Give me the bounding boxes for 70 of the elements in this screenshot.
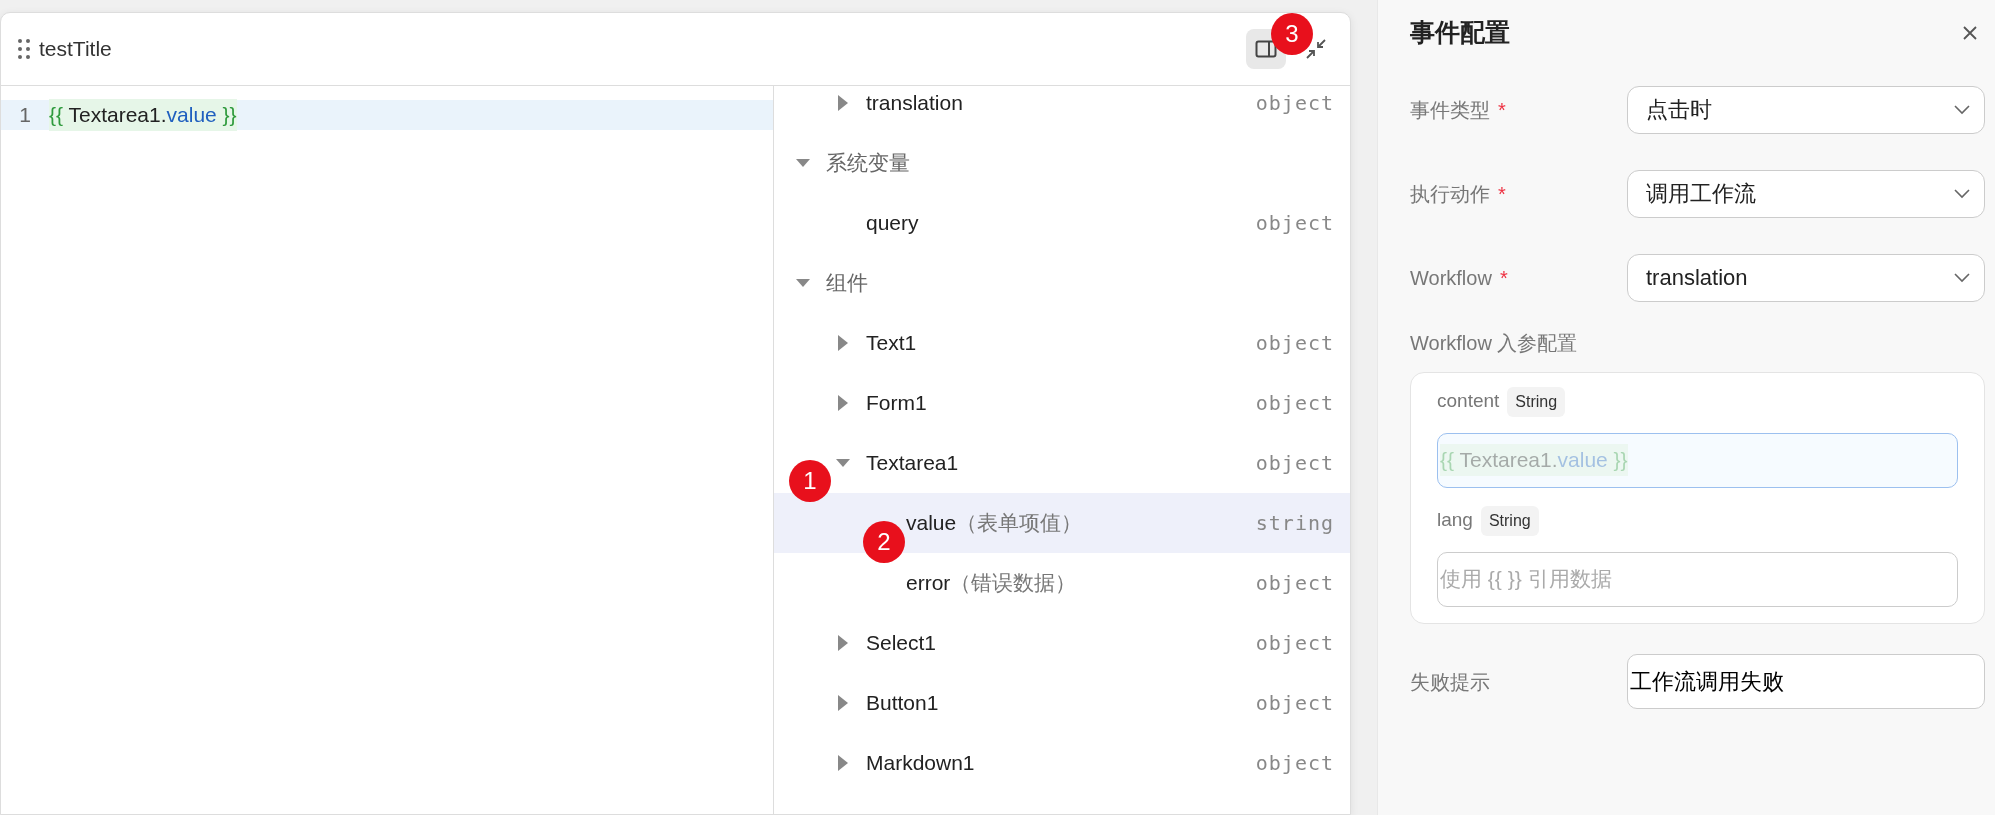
close-icon[interactable] — [1962, 24, 1978, 41]
param-name: lang — [1437, 508, 1473, 533]
code-text: {{ Textarea1.value }} — [49, 99, 237, 131]
node-label: Button1 — [866, 690, 939, 717]
required-mark: * — [1498, 182, 1506, 205]
tree-row[interactable]: Button1 object — [836, 673, 1350, 733]
tree-row[interactable]: query object — [866, 193, 1350, 253]
field-label: 失败提示 — [1410, 669, 1491, 695]
field-label: 执行动作 — [1410, 182, 1490, 205]
tree-row[interactable]: translation object — [836, 86, 1350, 133]
tree-row[interactable]: Form1 object — [836, 373, 1350, 433]
type-tag: String — [1507, 386, 1566, 417]
drag-handle-icon[interactable] — [17, 38, 31, 60]
sidebar-panel-icon — [1255, 40, 1277, 58]
node-label: error（错误数据） — [906, 570, 1077, 597]
tree-row[interactable]: Textarea1 object — [836, 433, 1350, 493]
node-label: value（表单项值） — [906, 510, 1083, 537]
text-field[interactable]: 工作流调用失败 — [1627, 654, 1985, 709]
collapsed-arrow-icon[interactable] — [836, 635, 850, 651]
annotation-marker: 1 — [789, 460, 831, 502]
field-label: 事件类型 — [1410, 98, 1490, 121]
type-label: object — [1255, 450, 1334, 477]
field-label: Workflow — [1410, 266, 1492, 289]
type-label: string — [1255, 510, 1334, 537]
required-mark: * — [1498, 98, 1506, 121]
collapsed-arrow-icon[interactable] — [836, 335, 850, 351]
select-field[interactable]: 调用工作流 — [1627, 169, 1985, 218]
popup-title: testTitle — [39, 36, 112, 63]
tree-group[interactable]: 组件 — [796, 253, 1350, 313]
type-label: object — [1255, 90, 1334, 117]
group-label: 系统变量 — [826, 150, 910, 177]
tree-row[interactable]: value（表单项值） string — [906, 493, 1350, 553]
required-mark: * — [1499, 266, 1508, 289]
collapsed-arrow-icon[interactable] — [836, 95, 850, 111]
line-number: 1 — [18, 102, 32, 129]
type-label: object — [1255, 390, 1334, 417]
section-label: Workflow 入参配置 — [1410, 330, 1579, 356]
param-field[interactable]: 使用 {{ }} 引用数据 — [1437, 551, 1958, 607]
node-label: Textarea1 — [866, 450, 959, 477]
node-label: Text1 — [866, 330, 917, 357]
group-label: 组件 — [826, 270, 868, 297]
type-label: object — [1255, 570, 1334, 597]
annotation-marker: 3 — [1271, 13, 1313, 55]
select-field[interactable]: translation — [1627, 253, 1985, 302]
node-label: Select1 — [866, 630, 937, 657]
param-name: content — [1437, 389, 1500, 414]
select-field[interactable]: 点击时 — [1627, 85, 1985, 134]
type-label: object — [1255, 330, 1334, 357]
node-label: Markdown1 — [866, 750, 975, 777]
type-label: object — [1255, 630, 1334, 657]
node-label: Form1 — [866, 390, 927, 417]
tree-row[interactable]: error（错误数据） object — [906, 553, 1350, 613]
collapsed-arrow-icon[interactable] — [836, 695, 850, 711]
type-tag: String — [1480, 505, 1539, 536]
node-label: translation — [866, 90, 963, 117]
chevron-down-icon — [1954, 188, 1970, 199]
tree-row[interactable]: Text1 object — [836, 313, 1350, 373]
panel-title: 事件配置 — [1410, 17, 1510, 48]
collapsed-arrow-icon[interactable] — [836, 755, 850, 771]
node-label: query — [866, 210, 919, 237]
tree-group[interactable]: 系统变量 — [796, 133, 1350, 193]
chevron-down-icon — [1954, 272, 1970, 283]
tree-row[interactable]: Select1 object — [836, 613, 1350, 673]
collapse-icon[interactable] — [1305, 38, 1327, 60]
type-label: object — [1255, 210, 1334, 237]
type-label: object — [1255, 750, 1334, 777]
chevron-down-icon — [1954, 104, 1970, 115]
tree-row[interactable]: Markdown1 object — [836, 733, 1350, 793]
collapsed-arrow-icon[interactable] — [836, 395, 850, 411]
type-label: object — [1255, 690, 1334, 717]
